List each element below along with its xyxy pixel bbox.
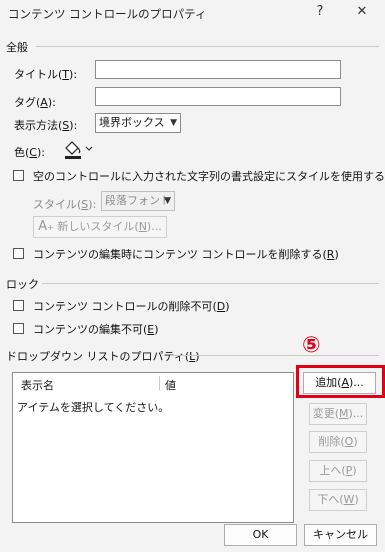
new-style-button[interactable]: A+ 新しいスタイル(N)... (33, 216, 167, 238)
no-edit-checkbox[interactable] (13, 323, 24, 334)
color-field-label: 色(C): (14, 146, 45, 159)
dialog-title: コンテンツ コントロールのプロパティ (8, 7, 207, 21)
remove-on-edit-checkbox[interactable] (13, 248, 24, 259)
step-marker: ⑤ (302, 333, 321, 358)
title-input[interactable] (95, 60, 341, 79)
new-style-icon: A (38, 219, 48, 234)
chevron-down-icon: ▼ (164, 196, 171, 206)
use-style-label: 空のコントロールに入力された文字列の書式設定にスタイルを使用する(U) (33, 170, 385, 183)
remove-on-edit-label: コンテンツの編集時にコンテンツ コントロールを削除する(R) (33, 248, 339, 261)
lock-separator (42, 283, 379, 284)
move-down-button[interactable]: 下へ(W) (309, 489, 367, 511)
no-delete-checkbox[interactable] (13, 300, 24, 311)
dropdown-items-list[interactable]: 表示名 値 アイテムを選択してください。 (12, 372, 294, 523)
use-style-checkbox[interactable] (13, 170, 24, 181)
column-header-display[interactable]: 表示名 (21, 377, 54, 393)
display-select-value: 境界ボックス (99, 116, 165, 129)
cancel-button[interactable]: キャンセル (304, 524, 377, 546)
style-select-value: 段落フォント (105, 194, 171, 207)
column-divider (159, 376, 160, 390)
chevron-down-icon: ▼ (170, 118, 177, 128)
move-up-button[interactable]: 上へ(P) (309, 460, 367, 482)
color-picker-button[interactable] (59, 137, 95, 161)
title-field-label: タイトル(T): (14, 68, 78, 81)
list-item[interactable]: アイテムを選択してください。 (17, 399, 169, 415)
style-select[interactable]: 段落フォント ▼ (101, 191, 175, 211)
general-separator (36, 46, 379, 47)
modify-button[interactable]: 変更(M)... (309, 403, 367, 425)
help-button[interactable]: ? (309, 2, 331, 22)
display-field-label: 表示方法(S): (14, 119, 78, 132)
paint-bucket-icon (65, 141, 93, 159)
tag-field-label: タグ(A): (14, 96, 56, 109)
close-button[interactable]: ✕ (351, 2, 373, 22)
general-section-label: 全般 (6, 41, 28, 54)
display-select[interactable]: 境界ボックス ▼ (95, 113, 181, 133)
column-header-value[interactable]: 値 (165, 377, 176, 393)
no-delete-label: コンテンツ コントロールの削除不可(D) (33, 300, 230, 313)
delete-button[interactable]: 削除(O) (309, 431, 367, 453)
ok-button[interactable]: OK (224, 524, 297, 546)
no-edit-label: コンテンツの編集不可(E) (33, 323, 159, 336)
highlight-box (296, 365, 385, 398)
tag-input[interactable] (95, 87, 341, 106)
dropdown-separator (170, 355, 379, 356)
lock-section-label: ロック (6, 278, 39, 291)
dropdown-section-label: ドロップダウン リストのプロパティ(L) (6, 350, 200, 363)
style-field-label: スタイル(S): (33, 198, 97, 211)
